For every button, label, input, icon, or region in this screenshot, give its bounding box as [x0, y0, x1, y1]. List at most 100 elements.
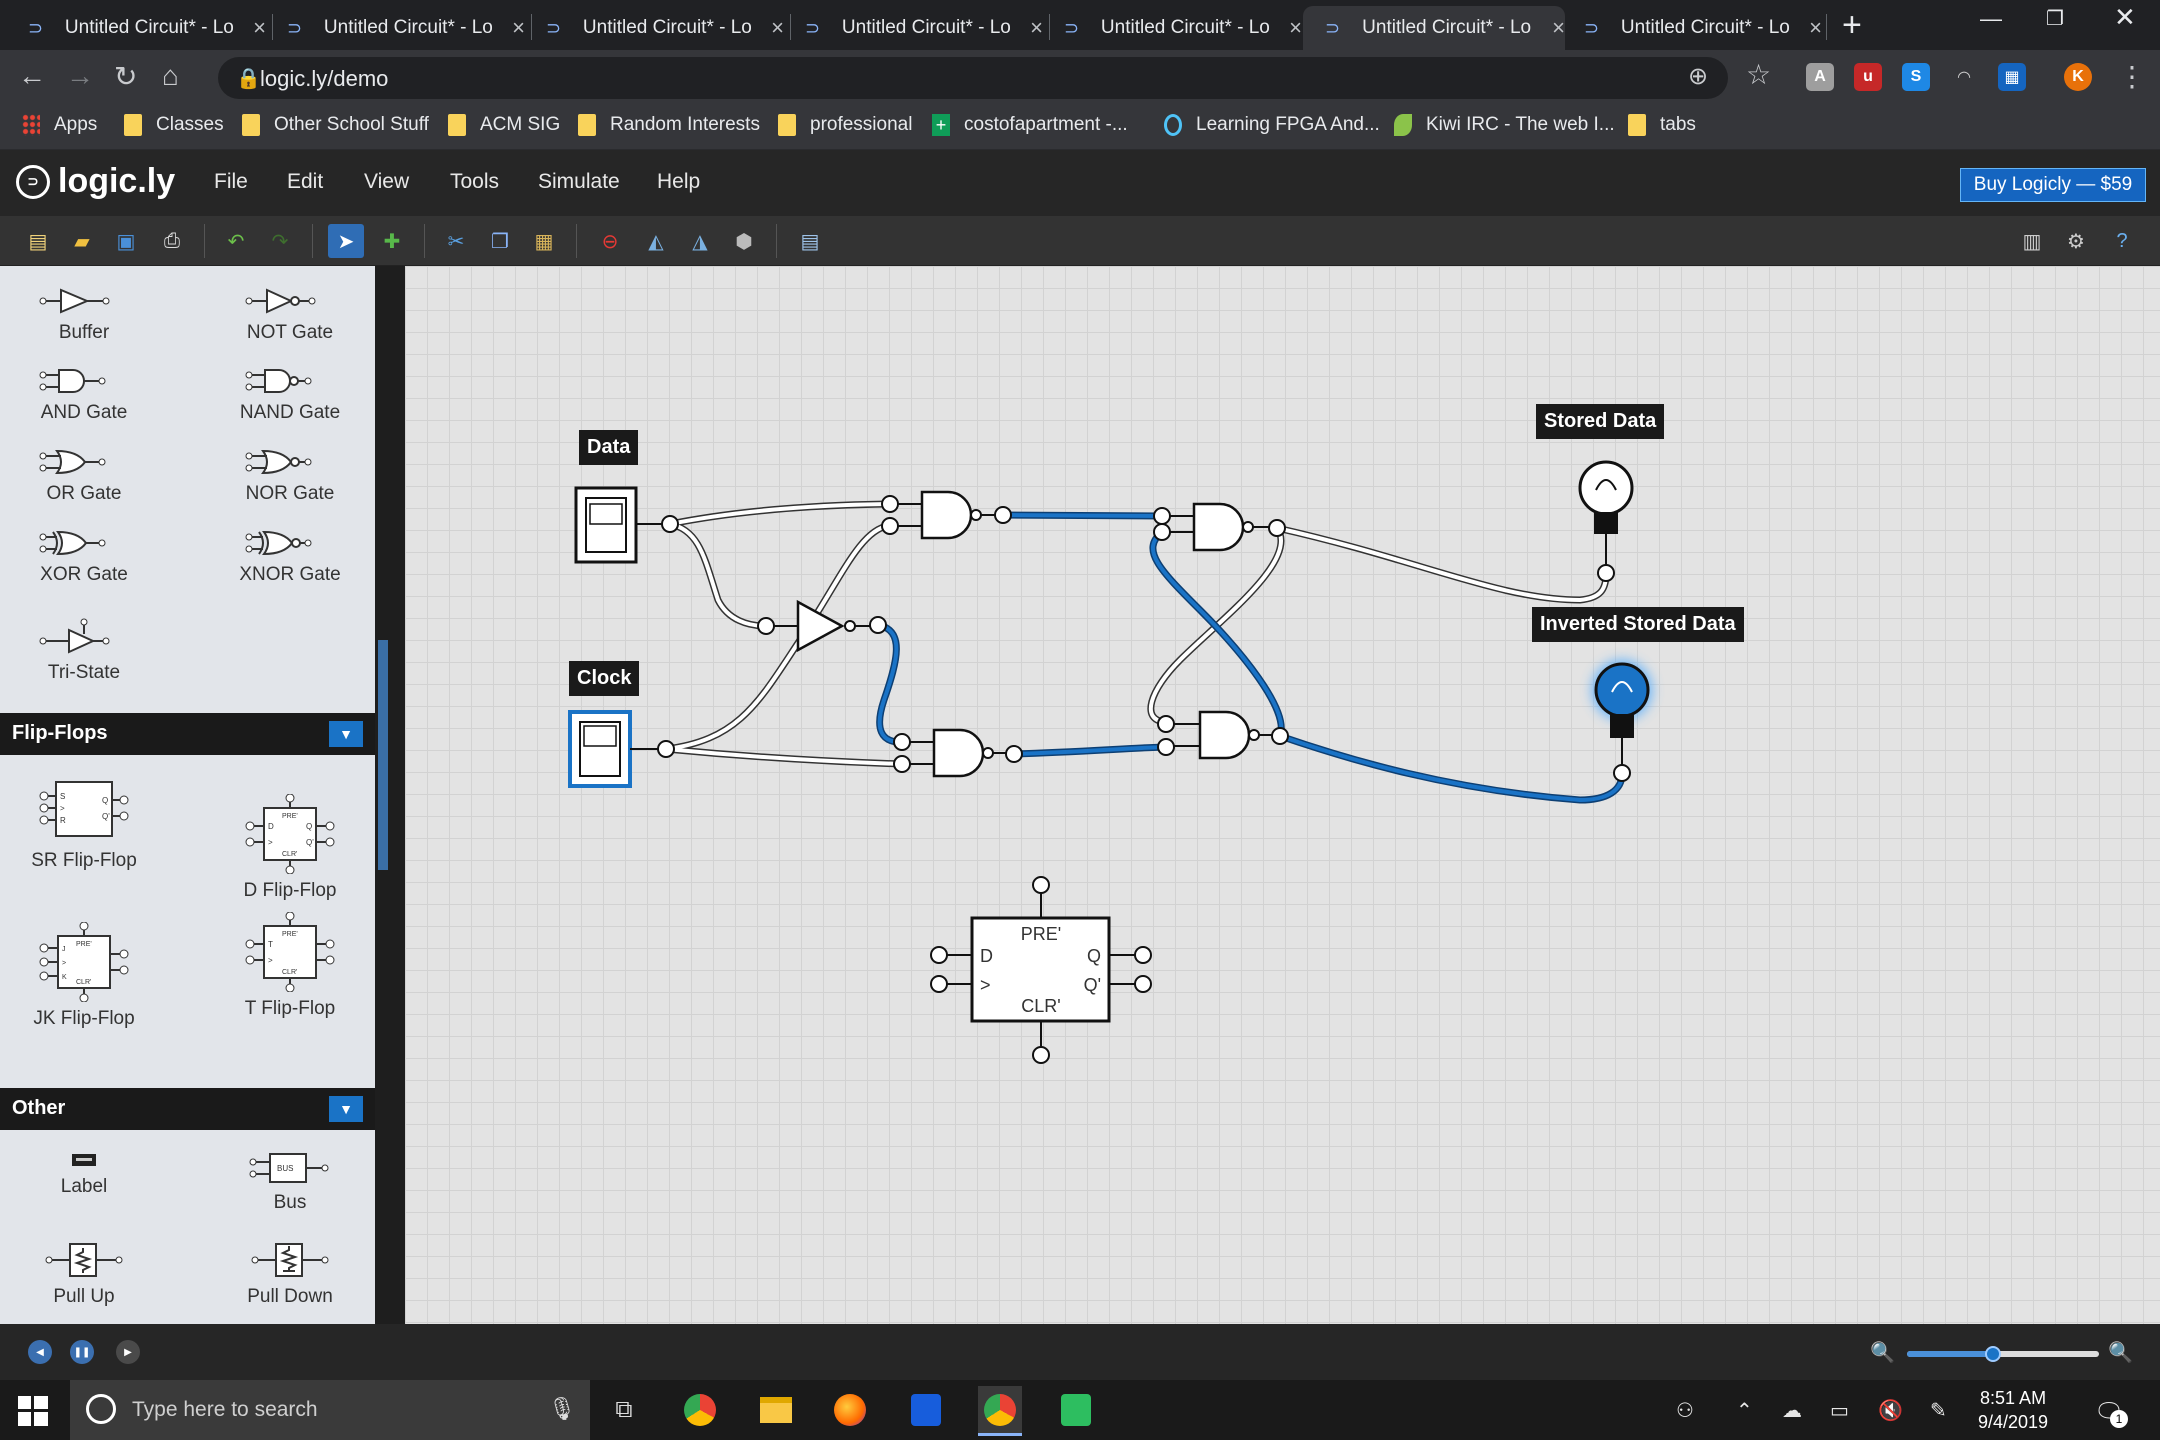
people-icon[interactable]: ⚇: [1676, 1398, 1694, 1423]
pen-icon[interactable]: ✎: [1930, 1398, 1947, 1423]
document-icon[interactable]: ▥: [2018, 227, 2046, 255]
select-tool-icon[interactable]: ➤: [328, 224, 364, 258]
help-icon[interactable]: ?: [2108, 227, 2136, 255]
bookmark-folder[interactable]: tabs: [1628, 114, 1696, 136]
redo-icon[interactable]: ↷: [266, 227, 294, 255]
menu-edit[interactable]: Edit: [287, 170, 323, 194]
file-explorer-icon[interactable]: [754, 1390, 798, 1430]
data-toggle-switch[interactable]: [574, 486, 664, 564]
home-icon[interactable]: ⌂: [162, 60, 179, 92]
nand-gate[interactable]: [894, 490, 997, 540]
extension-icon[interactable]: A: [1806, 63, 1834, 91]
settings-gear-icon[interactable]: ⚙: [2062, 227, 2090, 255]
bookmark-folder[interactable]: Random Interests: [578, 114, 760, 136]
palette-label-component[interactable]: Label: [4, 1150, 164, 1198]
zoom-in-icon[interactable]: 🔍: [2108, 1340, 2133, 1365]
buy-button[interactable]: Buy Logicly — $59: [1960, 168, 2146, 202]
nand-gate[interactable]: [906, 728, 1008, 778]
nand-gate[interactable]: [1168, 502, 1271, 552]
palette-bus[interactable]: BUS Bus: [210, 1150, 370, 1214]
menu-file[interactable]: File: [214, 170, 248, 194]
zoom-out-icon[interactable]: 🔍: [1870, 1340, 1895, 1365]
close-tab-icon[interactable]: ×: [1289, 15, 1302, 41]
menu-tools[interactable]: Tools: [450, 170, 499, 194]
ublock-icon[interactable]: u: [1854, 63, 1882, 91]
volume-muted-icon[interactable]: 🔇: [1878, 1398, 1903, 1423]
address-bar[interactable]: 🔒 logic.ly/demo ⊕: [218, 57, 1728, 99]
browser-tab[interactable]: ⊃ Untitled Circuit* - Lo ×: [1562, 6, 1822, 50]
delete-icon[interactable]: ⊖: [596, 227, 624, 255]
firefox-icon[interactable]: [828, 1390, 872, 1430]
menu-help[interactable]: Help: [657, 170, 700, 194]
browser-tab-active[interactable]: ⊃ Untitled Circuit* - Lo ×: [1303, 6, 1565, 50]
forward-icon[interactable]: →: [66, 60, 94, 92]
other-section-header[interactable]: Other ▼: [0, 1088, 375, 1130]
step-forward-icon[interactable]: ▶: [116, 1340, 140, 1364]
group-icon[interactable]: ⬢: [730, 227, 758, 255]
bookmark-folder[interactable]: Classes: [124, 114, 224, 136]
bookmark-star-icon[interactable]: ☆: [1746, 58, 1771, 91]
palette-tri-state[interactable]: Tri-State: [4, 618, 164, 684]
palette-d-flipflop[interactable]: PRE' CLR' D > Q Q' D Flip-Flop: [210, 794, 370, 902]
palette-xnor-gate[interactable]: XNOR Gate: [210, 528, 370, 586]
clock-toggle-switch[interactable]: [568, 710, 660, 788]
open-folder-icon[interactable]: ▰: [68, 227, 96, 255]
circuit-canvas[interactable]: PRE' CLR' D > Q Q' Data Clock Stored Dat…: [405, 266, 2160, 1324]
task-view-icon[interactable]: ⧉: [602, 1390, 646, 1430]
chrome-active-taskbar-icon[interactable]: [978, 1386, 1022, 1436]
browser-tab[interactable]: ⊃ Untitled Circuit* - Lo ×: [6, 6, 266, 50]
nand-gate[interactable]: [1170, 710, 1274, 760]
undo-icon[interactable]: ↶: [222, 227, 250, 255]
close-tab-icon[interactable]: ×: [1809, 15, 1822, 41]
copy-icon[interactable]: ❐: [486, 227, 514, 255]
battery-icon[interactable]: ▭: [1830, 1398, 1849, 1423]
palette-jk-flipflop[interactable]: PRE' CLR' J > K JK Flip-Flop: [4, 922, 164, 1030]
onedrive-icon[interactable]: ☁: [1782, 1398, 1802, 1423]
palette-buffer[interactable]: Buffer: [4, 286, 164, 344]
browser-tab[interactable]: ⊃ Untitled Circuit* - Lo ×: [1042, 6, 1302, 50]
sidebar-scroll-thumb[interactable]: [378, 640, 388, 870]
evernote-icon[interactable]: [1054, 1390, 1098, 1430]
profile-avatar[interactable]: K: [2064, 63, 2092, 91]
palette-xor-gate[interactable]: XOR Gate: [4, 528, 164, 586]
bookmark-folder[interactable]: Other School Stuff: [242, 114, 429, 136]
tray-expand-icon[interactable]: ⌃: [1736, 1398, 1753, 1423]
pan-tool-icon[interactable]: ✚: [378, 227, 406, 255]
palette-and-gate[interactable]: AND Gate: [4, 366, 164, 424]
inverted-stored-data-label[interactable]: Inverted Stored Data: [1532, 607, 1744, 642]
arc-extension-icon[interactable]: ◠: [1950, 63, 1978, 91]
pause-icon[interactable]: ❚❚: [70, 1340, 94, 1364]
taskbar-search[interactable]: Type here to search 🎙: [70, 1380, 590, 1440]
paste-icon[interactable]: ▦: [530, 227, 558, 255]
s-extension-icon[interactable]: S: [1902, 63, 1930, 91]
browser-tab[interactable]: ⊃ Untitled Circuit* - Lo ×: [524, 6, 784, 50]
menu-view[interactable]: View: [364, 170, 409, 194]
collapse-dropdown-icon[interactable]: ▼: [329, 721, 363, 747]
properties-icon[interactable]: ▤: [796, 227, 824, 255]
zoom-slider[interactable]: [1907, 1346, 2099, 1362]
system-clock[interactable]: 8:51 AM 9/4/2019: [1978, 1386, 2048, 1434]
palette-or-gate[interactable]: OR Gate: [4, 447, 164, 505]
install-app-icon[interactable]: ⊕: [1688, 62, 1708, 91]
flip-horizontal-icon[interactable]: ◭: [642, 227, 670, 255]
restore-icon[interactable]: ❐: [2046, 6, 2064, 31]
palette-pull-down[interactable]: Pull Down: [210, 1240, 370, 1308]
minimize-icon[interactable]: —: [1980, 6, 2002, 32]
save-icon[interactable]: ▣: [112, 227, 140, 255]
bookmark-apps[interactable]: Apps: [22, 114, 97, 136]
palette-sr-flipflop[interactable]: S > R Q Q' SR Flip-Flop: [4, 774, 164, 872]
flip-vertical-icon[interactable]: ◮: [686, 227, 714, 255]
browser-tab[interactable]: ⊃ Untitled Circuit* - Lo ×: [265, 6, 525, 50]
back-icon[interactable]: ←: [18, 60, 46, 92]
new-file-icon[interactable]: ▤: [24, 227, 52, 255]
clock-label[interactable]: Clock: [569, 661, 640, 696]
chrome-taskbar-icon[interactable]: [678, 1390, 722, 1430]
d-flipflop[interactable]: PRE' CLR' D > Q Q': [930, 876, 1152, 1064]
step-back-icon[interactable]: ◀: [28, 1340, 52, 1364]
windows-start-icon[interactable]: [18, 1396, 48, 1426]
reload-icon[interactable]: ↻: [114, 60, 137, 93]
stored-data-label[interactable]: Stored Data: [1536, 404, 1665, 439]
flipflops-section-header[interactable]: Flip-Flops ▼: [0, 713, 375, 755]
bookmark-link[interactable]: Kiwi IRC - The web I...: [1394, 114, 1615, 136]
microphone-icon[interactable]: 🎙: [548, 1396, 576, 1422]
